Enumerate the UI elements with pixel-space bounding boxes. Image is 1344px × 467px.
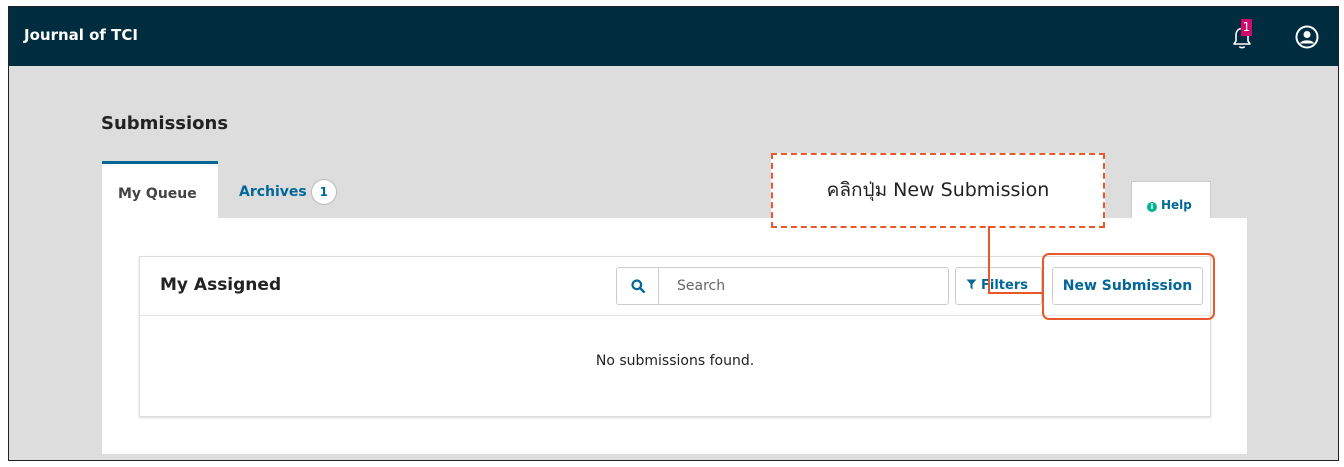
tab-my-queue[interactable]: My Queue: [102, 161, 218, 219]
search-icon: [631, 279, 645, 293]
top-navigation-bar: Journal of TCI 1: [9, 7, 1338, 66]
empty-list-message: No submissions found.: [595, 353, 755, 369]
instruction-callout: คลิกปุ่ม New Submission: [771, 153, 1105, 228]
user-profile-icon[interactable]: [1295, 25, 1319, 49]
archives-count-badge: 1: [310, 179, 337, 205]
tab-my-queue-label: My Queue: [118, 186, 197, 202]
callout-connector: [988, 226, 990, 294]
help-button[interactable]: i Help: [1131, 181, 1211, 219]
info-icon: i: [1147, 202, 1157, 212]
help-label: Help: [1161, 198, 1192, 212]
app-window: Journal of TCI 1 Submissions My Queue Ar…: [8, 6, 1339, 461]
filter-icon: [966, 279, 977, 290]
list-title: My Assigned: [160, 275, 282, 295]
search-input[interactable]: [658, 267, 949, 305]
callout-connector-horizontal: [988, 292, 1042, 294]
notification-badge: 1: [1241, 19, 1252, 36]
filters-button[interactable]: Filters: [955, 267, 1042, 305]
tab-archives-label: Archives: [239, 184, 307, 200]
new-submission-highlight: [1042, 253, 1215, 320]
tab-archives[interactable]: Archives 1: [239, 179, 337, 205]
page-title: Submissions: [101, 113, 229, 134]
site-name-link[interactable]: Journal of TCI: [24, 26, 138, 44]
search-button[interactable]: [616, 267, 658, 305]
